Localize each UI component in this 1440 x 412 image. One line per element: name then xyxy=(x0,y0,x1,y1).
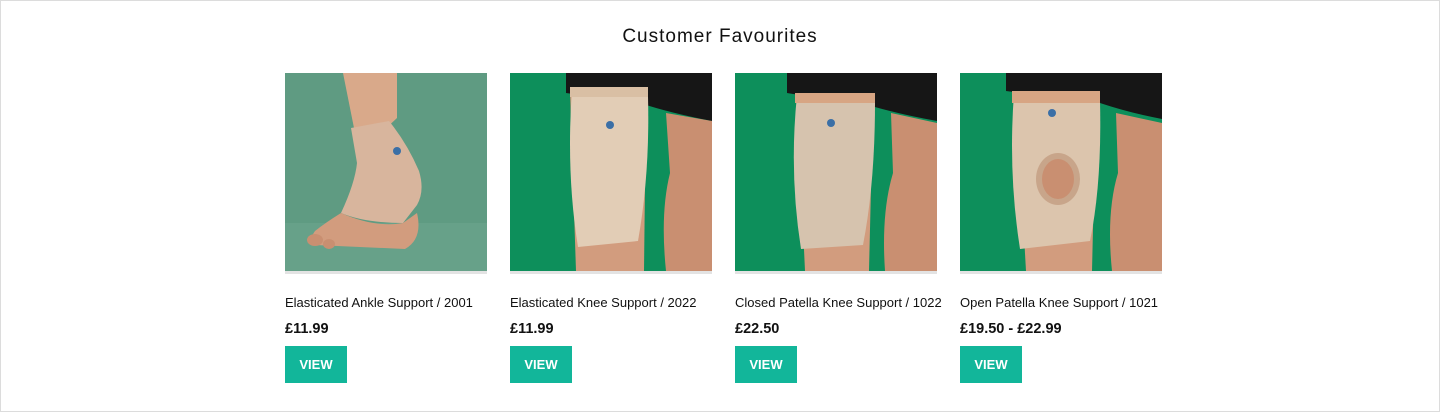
image-divider xyxy=(285,271,487,274)
ankle-support-image[interactable] xyxy=(285,73,487,271)
product-price: £19.50 - £22.99 xyxy=(960,321,1062,337)
section-title: Customer Favourites xyxy=(622,26,818,47)
view-button[interactable]: VIEW xyxy=(735,346,797,383)
image-divider xyxy=(510,271,712,274)
product-grid: Elasticated Ankle Support / 2001 £11.99 … xyxy=(285,73,1162,393)
product-name[interactable]: Elasticated Knee Support / 2022 xyxy=(510,295,740,310)
open-patella-knee-support-image[interactable] xyxy=(960,73,1162,271)
product-name[interactable]: Elasticated Ankle Support / 2001 xyxy=(285,295,515,310)
image-divider xyxy=(960,271,1162,274)
knee-support-image[interactable] xyxy=(510,73,712,271)
product-name[interactable]: Closed Patella Knee Support / 1022 xyxy=(735,295,965,310)
closed-patella-knee-support-image[interactable] xyxy=(735,73,937,271)
view-button[interactable]: VIEW xyxy=(960,346,1022,383)
product-price: £11.99 xyxy=(510,321,554,337)
view-button[interactable]: VIEW xyxy=(510,346,572,383)
view-button[interactable]: VIEW xyxy=(285,346,347,383)
product-price: £11.99 xyxy=(285,321,329,337)
product-price: £22.50 xyxy=(735,321,780,337)
product-name[interactable]: Open Patella Knee Support / 1021 xyxy=(960,295,1190,310)
image-divider xyxy=(735,271,937,274)
